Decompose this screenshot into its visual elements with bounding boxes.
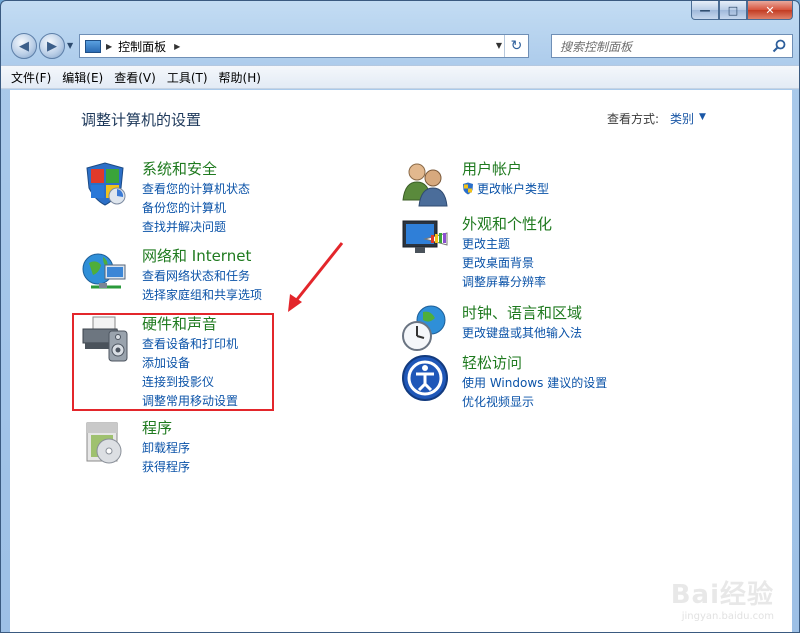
breadcrumb-control-panel[interactable]: 控制面板	[118, 38, 166, 55]
view-by-dropdown[interactable]: 类别	[670, 110, 694, 127]
category-text: 用户帐户 更改帐户类型	[462, 160, 722, 199]
category-title[interactable]: 系统和安全	[142, 160, 402, 178]
maximize-button[interactable]: □	[719, 1, 747, 20]
control-panel-window: — □ ✕ ◀ ▶ ▼ ▶ 控制面板 ▶ ▼ ↻ 搜索控制面板 文件(F) 编辑…	[0, 0, 800, 633]
navigation-bar: ◀ ▶ ▼ ▶ 控制面板 ▶ ▼ ↻ 搜索控制面板	[9, 33, 793, 59]
chevron-down-icon[interactable]: ▼	[699, 112, 706, 122]
clock-globe-icon	[402, 305, 446, 351]
menu-edit[interactable]: 编辑(E)	[62, 69, 103, 86]
link-backup-computer[interactable]: 备份您的计算机	[142, 199, 402, 218]
category-text: 轻松访问 使用 Windows 建议的设置 优化视频显示	[462, 354, 722, 412]
category-title[interactable]: 外观和个性化	[462, 215, 722, 233]
watermark: Bai经验 jingyan.baidu.com	[671, 574, 774, 622]
users-icon	[402, 163, 448, 207]
baidu-watermark-logo: Bai经验	[670, 580, 774, 610]
address-bar[interactable]: ▶ 控制面板 ▶ ▼ ↻	[79, 34, 529, 58]
link-change-theme[interactable]: 更改主题	[462, 235, 722, 254]
security-shield-icon	[86, 162, 126, 206]
category-text: 网络和 Internet 查看网络状态和任务 选择家庭组和共享选项	[142, 247, 402, 305]
close-button[interactable]: ✕	[747, 1, 793, 20]
link-change-keyboard[interactable]: 更改键盘或其他输入法	[462, 324, 722, 343]
network-globe-icon	[82, 253, 126, 289]
search-placeholder: 搜索控制面板	[560, 39, 633, 54]
link-recommended-settings[interactable]: 使用 Windows 建议的设置	[462, 374, 722, 393]
view-by-label: 查看方式:	[607, 112, 660, 126]
link-screen-resolution[interactable]: 调整屏幕分辨率	[462, 273, 722, 292]
back-button[interactable]: ◀	[11, 33, 37, 59]
link-find-fix-problems[interactable]: 查找并解决问题	[142, 218, 402, 237]
category-text: 程序 卸载程序 获得程序	[142, 419, 402, 477]
annotation-highlight-box	[72, 313, 274, 411]
address-dropdown-icon[interactable]: ▼	[496, 41, 502, 50]
link-optimize-display[interactable]: 优化视频显示	[462, 393, 722, 412]
link-label: 更改帐户类型	[477, 182, 550, 196]
menu-help[interactable]: 帮助(H)	[219, 69, 261, 86]
minimize-button[interactable]: —	[691, 1, 719, 20]
refresh-button[interactable]: ↻	[504, 35, 528, 57]
page-title: 调整计算机的设置	[81, 111, 202, 129]
category-text: 时钟、语言和区域 更改键盘或其他输入法	[462, 304, 722, 343]
control-panel-icon	[85, 39, 101, 53]
menu-bar: 文件(F) 编辑(E) 查看(V) 工具(T) 帮助(H)	[1, 65, 799, 89]
breadcrumb-separator[interactable]: ▶	[106, 42, 112, 51]
link-change-background[interactable]: 更改桌面背景	[462, 254, 722, 273]
category-title[interactable]: 时钟、语言和区域	[462, 304, 722, 322]
search-icon[interactable]	[772, 39, 786, 53]
link-homegroup-sharing[interactable]: 选择家庭组和共享选项	[142, 286, 402, 305]
accessibility-icon	[402, 355, 448, 401]
link-network-status[interactable]: 查看网络状态和任务	[142, 267, 402, 286]
programs-disc-icon	[86, 422, 122, 464]
category-title[interactable]: 用户帐户	[462, 160, 722, 178]
breadcrumb-separator[interactable]: ▶	[174, 42, 180, 51]
menu-file[interactable]: 文件(F)	[11, 69, 51, 86]
caption-buttons: — □ ✕	[691, 1, 793, 20]
category-text: 外观和个性化 更改主题 更改桌面背景 调整屏幕分辨率	[462, 215, 722, 292]
link-get-programs[interactable]: 获得程序	[142, 458, 402, 477]
menu-tools[interactable]: 工具(T)	[167, 69, 208, 86]
category-title[interactable]: 程序	[142, 419, 402, 437]
category-title[interactable]: 网络和 Internet	[142, 247, 402, 265]
link-check-computer-status[interactable]: 查看您的计算机状态	[142, 180, 402, 199]
link-uninstall-program[interactable]: 卸载程序	[142, 439, 402, 458]
category-title[interactable]: 轻松访问	[462, 354, 722, 372]
monitor-palette-icon	[402, 220, 448, 253]
title-bar[interactable]: — □ ✕	[1, 1, 799, 27]
category-text: 系统和安全 查看您的计算机状态 备份您的计算机 查找并解决问题	[142, 160, 402, 237]
content-pane: 调整计算机的设置 查看方式: 类别 ▼ 系统和安全 查看您的计算机状态 备份您的…	[10, 90, 792, 632]
link-change-account-type[interactable]: 更改帐户类型	[462, 180, 722, 199]
forward-button[interactable]: ▶	[39, 33, 65, 59]
search-box[interactable]: 搜索控制面板	[551, 34, 793, 58]
watermark-url: jingyan.baidu.com	[681, 611, 774, 622]
recent-pages-dropdown-icon[interactable]: ▼	[67, 41, 73, 50]
uac-shield-icon	[463, 182, 473, 195]
menu-view[interactable]: 查看(V)	[114, 69, 156, 86]
